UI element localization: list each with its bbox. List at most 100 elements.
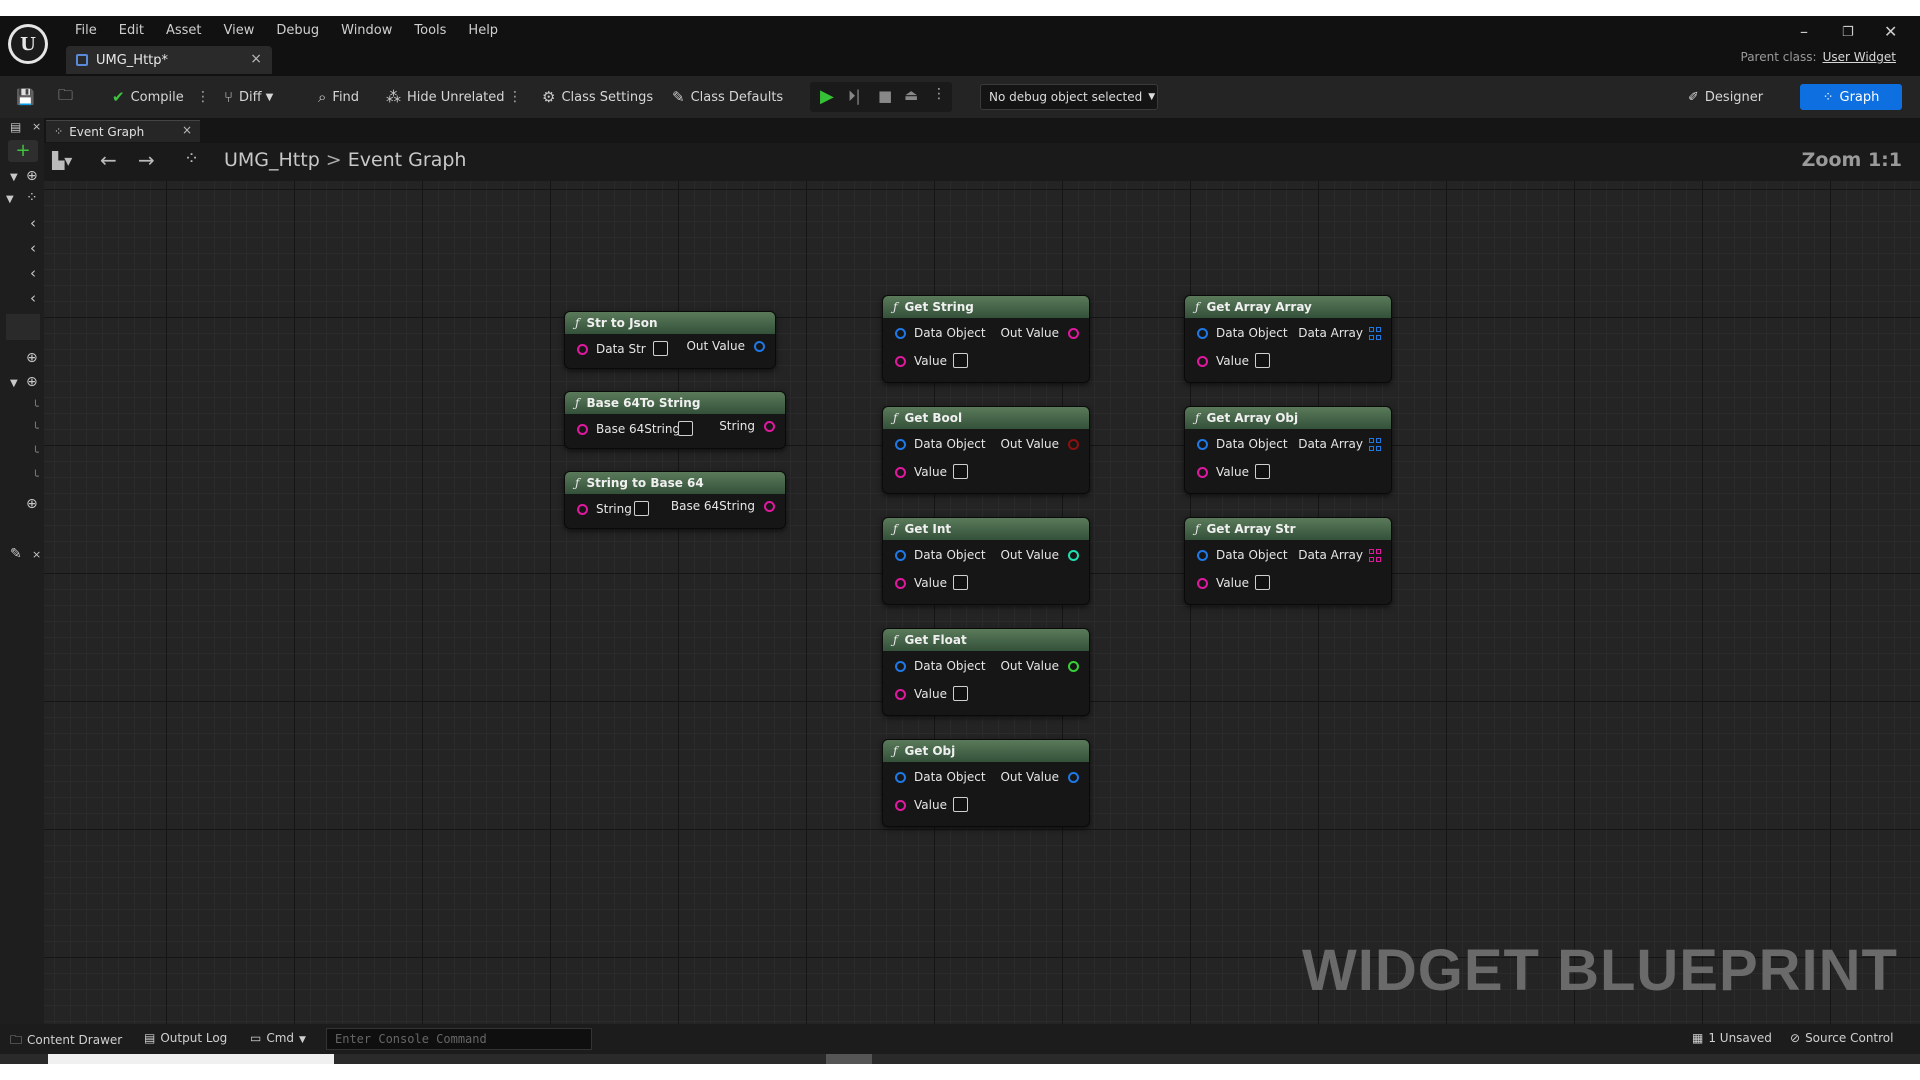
value-checkbox[interactable]	[653, 341, 668, 356]
restore-icon[interactable]: ❐	[1842, 25, 1854, 40]
menu-file[interactable]: File	[64, 21, 108, 40]
node-get-bool[interactable]: ƒ Get Bool Data Object Out Value Value	[882, 406, 1090, 494]
node-string-to-base64[interactable]: ƒ String to Base 64 String Base 64String	[564, 471, 786, 529]
input-pin-object[interactable]	[1197, 439, 1208, 450]
value-checkbox[interactable]	[1255, 575, 1270, 590]
node-get-array-array[interactable]: ƒ Get Array Array Data Object Data Array …	[1184, 295, 1392, 383]
browse-button[interactable]: 🗀	[58, 76, 79, 118]
compile-options-icon[interactable]: ⋮	[196, 76, 210, 118]
menu-debug[interactable]: Debug	[265, 21, 330, 40]
book-icon[interactable]: ▤	[10, 120, 21, 134]
value-checkbox[interactable]	[634, 501, 649, 516]
step-icon[interactable]: ⏵︎|	[848, 87, 861, 105]
tab-event-graph[interactable]: ⁘ Event Graph ×	[46, 120, 200, 142]
hide-unrelated-button[interactable]: ⁂ Hide Unrelated	[386, 76, 505, 118]
node-header[interactable]: ƒ Base 64To String	[565, 392, 785, 414]
play-icon[interactable]: ▶	[820, 86, 834, 107]
value-checkbox[interactable]	[953, 464, 968, 479]
add-macro-icon[interactable]: ⊕	[26, 374, 38, 390]
input-pin-object[interactable]	[895, 439, 906, 450]
close-window-icon[interactable]: ✕	[1884, 22, 1897, 41]
add-graph-icon[interactable]: ⊕	[26, 168, 38, 184]
node-header[interactable]: ƒ Get String	[883, 296, 1089, 318]
close-tab-icon[interactable]: ×	[250, 51, 262, 67]
node-header[interactable]: ƒ Get Int	[883, 518, 1089, 540]
compile-button[interactable]: ✔ Compile	[112, 76, 184, 118]
input-pin-string[interactable]	[895, 689, 906, 700]
chevron-left-icon[interactable]: ‹	[30, 239, 36, 257]
chevron-left-icon[interactable]: ‹	[30, 214, 36, 232]
menu-edit[interactable]: Edit	[108, 21, 155, 40]
close-panel-icon[interactable]: ×	[32, 548, 41, 561]
node-header[interactable]: ƒ Get Float	[883, 629, 1089, 651]
document-tab-umg-http[interactable]: UMG_Http* ×	[66, 46, 272, 74]
value-checkbox[interactable]	[953, 353, 968, 368]
input-pin-string[interactable]	[577, 344, 588, 355]
diff-button[interactable]: ⑂ Diff ▼	[224, 76, 273, 118]
minimize-icon[interactable]: –	[1800, 22, 1808, 41]
unreal-logo[interactable]: U	[8, 24, 48, 64]
node-get-float[interactable]: ƒ Get Float Data Object Out Value Value	[882, 628, 1090, 716]
input-pin-object[interactable]	[895, 328, 906, 339]
node-header[interactable]: ƒ Get Array Obj	[1185, 407, 1391, 429]
input-pin-object[interactable]	[895, 772, 906, 783]
console-command-input[interactable]	[326, 1028, 592, 1050]
details-pencil-icon[interactable]: ✎	[10, 546, 22, 562]
output-pin-object[interactable]	[754, 341, 765, 352]
node-header[interactable]: ƒ String to Base 64	[565, 472, 785, 494]
input-pin-object[interactable]	[895, 550, 906, 561]
output-pin-object-array[interactable]	[1369, 327, 1382, 340]
value-checkbox[interactable]	[953, 686, 968, 701]
node-header[interactable]: ƒ Str to Json	[565, 312, 775, 334]
back-arrow-icon[interactable]: ←	[100, 148, 117, 172]
node-get-string[interactable]: ƒ Get String Data Object Out Value Value	[882, 295, 1090, 383]
event-graph-tree-icon[interactable]: ⁘	[26, 190, 38, 206]
output-pin-string[interactable]	[764, 421, 775, 432]
input-pin-string[interactable]	[1197, 467, 1208, 478]
input-pin-string[interactable]	[895, 800, 906, 811]
input-pin-object[interactable]	[895, 661, 906, 672]
value-checkbox[interactable]	[953, 797, 968, 812]
forward-arrow-icon[interactable]: →	[138, 148, 155, 172]
menu-help[interactable]: Help	[457, 21, 509, 40]
expand-arrow-icon[interactable]: ▼	[6, 194, 14, 205]
input-pin-string[interactable]	[895, 578, 906, 589]
add-icon[interactable]: +	[8, 140, 38, 162]
close-panel-icon[interactable]: ×	[32, 120, 41, 133]
output-pin-string[interactable]	[764, 501, 775, 512]
graph-canvas[interactable]: ƒ Str to Json Data Str Out Value ƒ Base 64…	[44, 181, 1920, 1024]
input-pin-string[interactable]	[1197, 578, 1208, 589]
class-defaults-button[interactable]: ✎ Class Defaults	[672, 76, 783, 118]
chevron-left-icon[interactable]: ‹	[30, 289, 36, 307]
menu-window[interactable]: Window	[330, 21, 403, 40]
menu-view[interactable]: View	[213, 21, 266, 40]
content-drawer-button[interactable]: 🗀 Content Drawer	[10, 1031, 122, 1052]
find-button[interactable]: ⌕ Find	[318, 76, 359, 118]
input-pin-string[interactable]	[577, 504, 588, 515]
input-pin-object[interactable]	[1197, 550, 1208, 561]
output-pin-string[interactable]	[1068, 328, 1079, 339]
node-header[interactable]: ƒ Get Obj	[883, 740, 1089, 762]
value-checkbox[interactable]	[1255, 353, 1270, 368]
output-pin-object-array[interactable]	[1369, 438, 1382, 451]
add-variable-icon[interactable]: ⊕	[26, 496, 38, 512]
designer-mode-button[interactable]: ✐ Designer	[1688, 84, 1778, 110]
expand-arrow-icon[interactable]: ▼	[10, 378, 18, 389]
output-pin-bool[interactable]	[1068, 439, 1079, 450]
menu-asset[interactable]: Asset	[155, 21, 213, 40]
input-pin-string[interactable]	[895, 467, 906, 478]
node-get-array-obj[interactable]: ƒ Get Array Obj Data Object Data Array Va…	[1184, 406, 1392, 494]
node-header[interactable]: ƒ Get Array Array	[1185, 296, 1391, 318]
scroll-handle[interactable]	[826, 1054, 872, 1064]
scroll-thumb[interactable]	[48, 1054, 334, 1064]
output-pin-float[interactable]	[1068, 661, 1079, 672]
node-get-array-str[interactable]: ƒ Get Array Str Data Object Data Array Va…	[1184, 517, 1392, 605]
output-log-button[interactable]: ▤ Output Log	[144, 1031, 227, 1045]
debug-object-select[interactable]: No debug object selected ▼	[980, 84, 1158, 110]
source-control-button[interactable]: ⊘ Source Control	[1790, 1031, 1893, 1045]
input-pin-string[interactable]	[1197, 356, 1208, 367]
menu-tools[interactable]: Tools	[403, 21, 457, 40]
output-pin-int[interactable]	[1068, 550, 1079, 561]
hide-unrelated-options-icon[interactable]: ⋮	[508, 76, 522, 118]
add-function-icon[interactable]: ⊕	[26, 350, 38, 366]
